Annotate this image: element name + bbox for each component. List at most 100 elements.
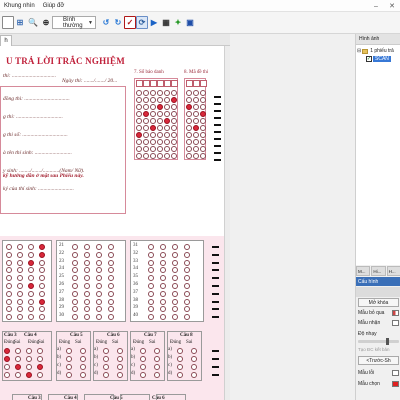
timing-mark	[214, 159, 221, 161]
made-bubble	[193, 104, 199, 110]
sheet-title: U TRẢ LỜI TRẮC NGHIỆM	[6, 56, 125, 66]
part3-box	[48, 394, 78, 400]
p1-bubble	[96, 298, 102, 305]
prev-button[interactable]: <Trước-Sh	[358, 356, 399, 365]
menu-khung-nhin[interactable]: Khung nhìn	[0, 3, 39, 9]
p2-bubble	[37, 348, 43, 354]
p1-bubble	[28, 290, 34, 297]
unlock-button[interactable]: Mở khóa	[358, 298, 399, 307]
slider-thumb[interactable]	[386, 338, 389, 345]
sbd-bubble	[157, 125, 163, 131]
zoom-mode-select[interactable]: Bình thường ▼	[52, 16, 96, 29]
p2-bubble	[26, 356, 32, 362]
p2-bubble	[66, 364, 72, 370]
false-label: Sai	[186, 340, 193, 345]
p1-bubble	[17, 283, 23, 289]
sbd-bubble	[136, 146, 142, 152]
question-number: 39	[133, 305, 138, 311]
p1-bubble	[148, 290, 154, 297]
made-bubble	[193, 90, 199, 96]
p2-bubble	[15, 348, 21, 354]
timing-mark	[212, 253, 219, 256]
close-icon[interactable]: ✕	[384, 0, 400, 12]
timing-mark	[212, 366, 219, 368]
selected-color-swatch[interactable]	[392, 381, 399, 387]
panel-tab-2[interactable]: Hi...	[371, 266, 386, 276]
scan-icon[interactable]: ⟳	[136, 16, 148, 29]
rotate-right-icon[interactable]: ↻	[112, 16, 124, 29]
sbd-bubble	[150, 125, 156, 131]
panel-tab-1[interactable]: M...	[356, 266, 371, 276]
p1-bubble	[17, 259, 23, 266]
p1-bubble	[84, 290, 90, 297]
sbd-bubble	[150, 90, 156, 96]
export-icon[interactable]: ▦	[160, 16, 172, 29]
question-number: 33	[133, 258, 138, 264]
minus-icon[interactable]: ⊟	[357, 48, 361, 54]
sbd-bubble	[157, 97, 163, 103]
p1-bubble	[84, 259, 90, 266]
sbd-bubble	[143, 90, 149, 96]
part3-box	[84, 394, 114, 400]
tree-item-scan[interactable]: ✓ SCAN	[366, 56, 391, 62]
sbd-bubble	[143, 104, 149, 110]
checkbox-icon[interactable]: ✓	[366, 56, 372, 62]
made-label: 8. Mã đề thi	[184, 70, 209, 75]
sbd-bubble	[157, 111, 163, 117]
ignore-color-swatch[interactable]	[392, 310, 399, 316]
part1-col2-box	[56, 240, 126, 322]
true-label: Đúng	[96, 340, 108, 345]
part3-box	[156, 394, 186, 400]
error-color-swatch[interactable]	[392, 370, 399, 376]
p1-bubble	[108, 244, 114, 250]
sbd-bubble	[164, 132, 170, 138]
zoom-in-icon[interactable]: ⊕	[40, 16, 52, 29]
ignore-color-label: Mẫu bỏ qua	[358, 310, 385, 316]
accept-color-swatch[interactable]	[392, 320, 399, 326]
play-icon[interactable]: ▶	[148, 16, 160, 29]
rotate-left-icon[interactable]: ↺	[100, 16, 112, 29]
p2-bubble	[26, 348, 32, 354]
zoom-icon[interactable]: 🔍	[27, 16, 39, 29]
p1-bubble	[160, 251, 166, 258]
p1-bubble	[172, 283, 178, 289]
made-bubble	[200, 111, 206, 117]
item-letter: a)	[94, 347, 98, 352]
minimize-icon[interactable]: –	[368, 0, 384, 12]
question-number: 21	[59, 243, 64, 248]
sensitivity-slider[interactable]	[358, 338, 399, 345]
p1-bubble	[160, 244, 166, 250]
sbd-bubble	[171, 104, 177, 110]
p1-bubble	[160, 298, 166, 305]
p1-bubble	[28, 244, 34, 250]
made-bubble	[200, 153, 206, 159]
magic-wand-icon[interactable]: ✦	[172, 16, 184, 29]
p1-bubble	[160, 283, 166, 289]
p1-bubble	[84, 283, 90, 289]
question-number: 36	[133, 282, 138, 287]
save-icon[interactable]: ▣	[184, 16, 196, 29]
folder-icon	[362, 48, 369, 54]
p2-bubble	[66, 348, 72, 354]
timing-mark	[214, 96, 221, 98]
item-letter: c)	[57, 363, 61, 368]
p2-bubble	[117, 356, 123, 362]
menu-giup-do[interactable]: Giúp đỡ	[39, 3, 69, 9]
sbd-bubble	[150, 139, 156, 145]
timing-mark	[212, 374, 219, 376]
timing-mark	[212, 246, 219, 248]
checklist-icon[interactable]: ✓	[124, 16, 136, 29]
zoom-small-combo[interactable]	[2, 16, 14, 29]
p1-bubble	[172, 259, 178, 266]
empty-area	[230, 34, 355, 400]
item-letter: d)	[57, 371, 62, 376]
fit-page-icon[interactable]: ⊞	[14, 16, 26, 29]
tree-root[interactable]: ⊟ 1 phiếu trả	[357, 48, 394, 54]
p1-bubble	[72, 251, 78, 258]
question-number: 23	[59, 258, 64, 264]
question-number: 28	[59, 297, 64, 303]
panel-tab-3[interactable]: H...	[386, 266, 400, 276]
sbd-bubble	[171, 146, 177, 152]
document-tab-strip: h	[0, 34, 230, 46]
document-tab[interactable]: h	[0, 35, 12, 46]
